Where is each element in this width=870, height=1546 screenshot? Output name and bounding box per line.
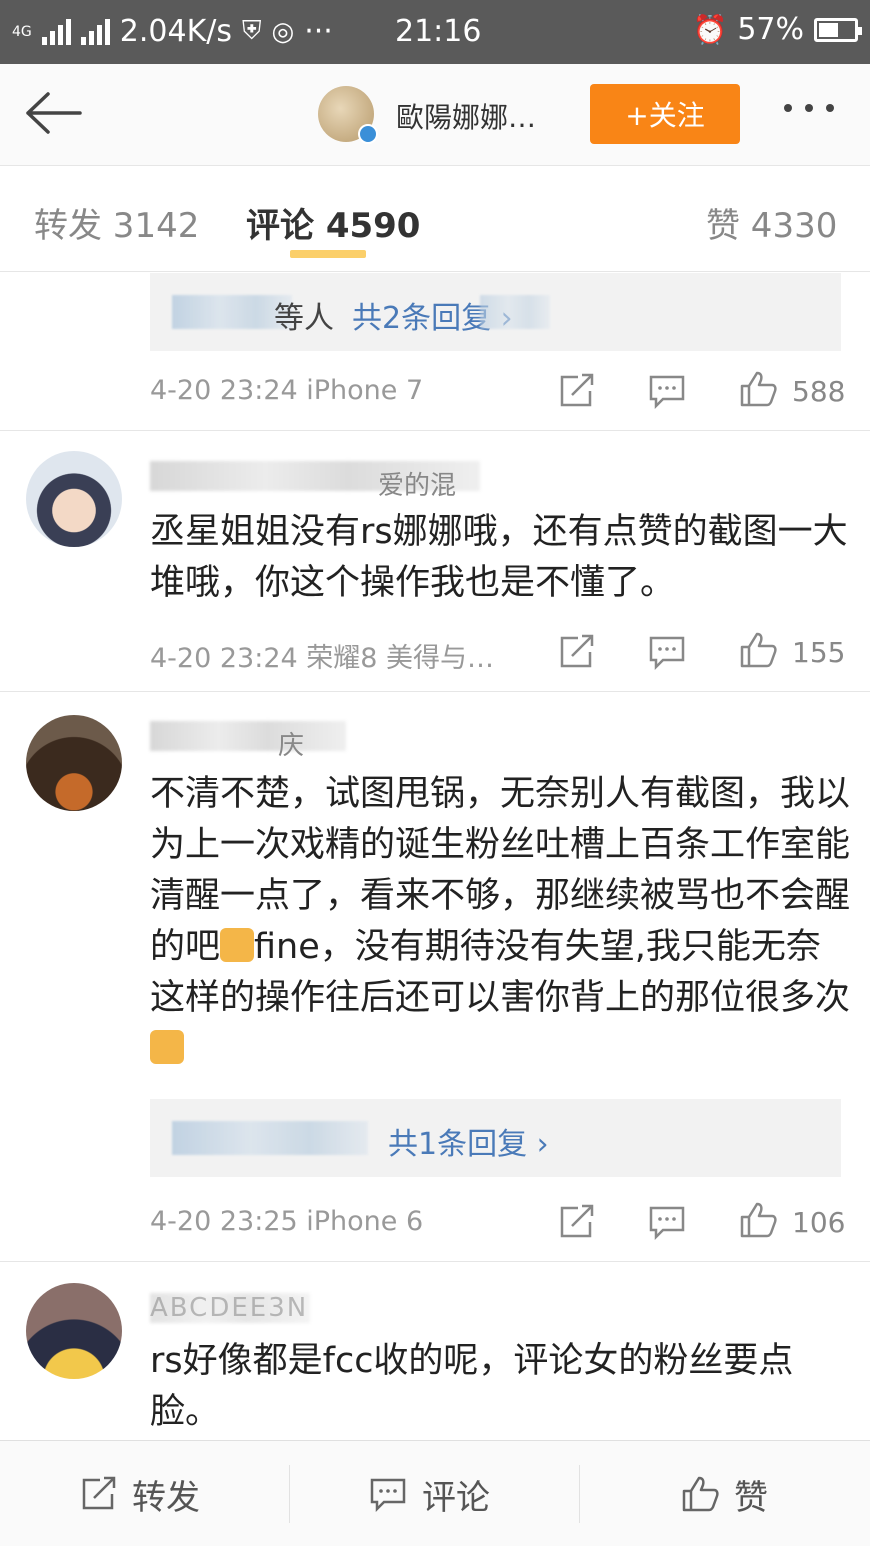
tab-bar: 转发 3142 评论 4590 赞 4330 [0,166,870,272]
battery-icon [814,17,862,42]
comment-icon [370,1478,406,1512]
tab-repost[interactable]: 转发 3142 [34,198,199,247]
reply-names: 等人 [274,301,334,336]
bottom-action-bar: 转发 评论 赞 [0,1440,870,1546]
like-count: 155 [792,636,846,669]
battery-percent: 57% [737,12,804,47]
follow-button[interactable]: +关注 [590,84,740,144]
thumbs-up-emoji-icon [150,1030,184,1064]
shield-icon: ⛨ [241,16,262,46]
username-fragment[interactable]: 庆 [278,725,304,762]
username-fragment[interactable]: 爱的混 [378,465,456,502]
comment-meta: 4-20 23:24 iPhone 7 [150,375,424,406]
avatar[interactable] [26,451,122,547]
more-dots-icon: ··· [304,14,333,49]
alarm-icon: ⏰ [692,13,728,46]
comment-text: 丞星姐姐没有rs娜娜哦，还有点赞的截图一大堆哦，你这个操作我也是不懂了。 [150,512,848,603]
like-count: 106 [792,1206,846,1239]
separator [579,1465,580,1523]
repost-label: 转发 [132,1477,200,1518]
like-icon[interactable] [738,1202,778,1238]
like-button[interactable]: 赞 [680,1441,768,1546]
blur-overlay [480,295,550,329]
tab-indicator [290,250,366,258]
more-options-icon[interactable] [784,104,834,112]
verified-badge-icon [358,124,378,144]
comment-text: rs好像都是fcc收的呢，评论女的粉丝要点脸。 [150,1341,794,1432]
comment-text-part-2: fine，没有期待没有失望,我只能无奈这样的操作往后还可以害你背上的那位很多次 [150,927,850,1018]
signal-2-icon [80,18,110,45]
blurred-name [172,1121,368,1155]
network-type: 4G [12,23,32,40]
username[interactable]: ABCDEE3N [150,1293,308,1323]
comment-icon[interactable] [647,634,687,670]
like-icon[interactable] [738,371,778,407]
repost-icon[interactable] [556,634,596,670]
blurred-username [150,721,346,751]
comment-list[interactable]: 等人 共2条回复 › 4-20 23:24 iPhone 7 588 爱的混 丞… [0,273,870,1439]
divider [0,691,870,692]
comment-text: 不清不楚，试图甩锅，无奈别人有截图，我以为上一次戏精的诞生粉丝吐槽上百条工作室能… [150,769,850,1079]
signal-icon [41,18,71,45]
repost-icon [82,1476,116,1510]
avatar[interactable] [26,715,122,811]
reply-count-link[interactable]: 共1条回复 › [388,1119,549,1163]
repost-icon[interactable] [556,373,596,409]
like-icon [682,1476,719,1512]
like-count: 588 [792,375,846,408]
comment-icon[interactable] [647,373,687,409]
comment-meta: 4-20 23:24 荣耀8 美得与… [150,643,495,674]
repost-button[interactable]: 转发 [78,1441,200,1546]
like-label: 赞 [734,1477,768,1518]
status-bar: 4G 2.04K/s ⛨ ◎ ··· 21:16 ⏰ 57% [0,0,870,64]
tab-like[interactable]: 赞 4330 [706,198,837,247]
divider [0,430,870,431]
wifi-icon: ◎ [271,16,295,47]
clock: 21:16 [395,14,482,49]
network-speed: 2.04K/s [119,14,232,49]
comment-button[interactable]: 评论 [368,1441,490,1546]
back-arrow-icon[interactable] [22,88,82,138]
divider [0,1261,870,1262]
like-icon[interactable] [738,632,778,668]
comment-meta: 4-20 23:25 iPhone 6 [150,1206,424,1237]
repost-icon[interactable] [556,1204,596,1240]
reply-summary[interactable]: 共1条回复 › [150,1099,841,1177]
header: 歐陽娜娜… +关注 [0,64,870,166]
comment-icon[interactable] [647,1204,687,1240]
comment-label: 评论 [422,1477,490,1518]
avatar[interactable] [26,1283,122,1379]
separator [289,1465,290,1523]
reply-summary[interactable]: 等人 共2条回复 › [150,273,841,351]
author-avatar[interactable] [318,86,378,144]
tab-comment[interactable]: 评论 4590 [246,198,420,247]
thumbs-up-emoji-icon [220,928,255,962]
author-name[interactable]: 歐陽娜娜… [396,96,536,136]
